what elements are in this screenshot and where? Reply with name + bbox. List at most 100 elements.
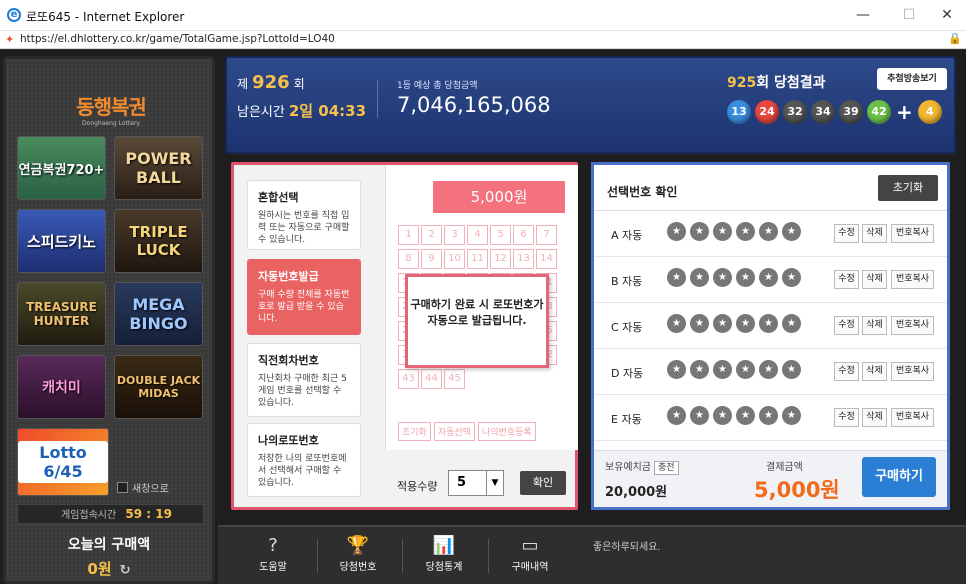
number-button[interactable]: 7 — [536, 225, 557, 245]
row-copy-button[interactable]: 번호복사 — [891, 316, 934, 335]
game-catchme[interactable]: 캐치미 — [17, 355, 106, 419]
grid-register-button[interactable]: 나의번호등록 — [477, 422, 536, 441]
deposit-label-row: 보유예치금 충전 — [605, 458, 679, 475]
close-button[interactable]: ✕ — [930, 2, 964, 28]
placeholder-star-icon: ★ — [667, 360, 686, 379]
winning-ball: 13 — [727, 100, 751, 124]
option-mixed[interactable]: 혼합선택 원하시는 번호를 직접 입력 또는 자동으로 구매할 수 있습니다. — [247, 180, 361, 250]
number-button[interactable]: 12 — [490, 249, 511, 269]
number-button[interactable]: 11 — [467, 249, 488, 269]
quantity-label: 적용수량 — [397, 480, 438, 493]
placeholder-star-icon: ★ — [736, 222, 755, 241]
row-delete-button[interactable]: 삭제 — [862, 224, 887, 243]
broadcast-button[interactable]: 추첨방송보기 — [877, 68, 947, 90]
row-delete-button[interactable]: 삭제 — [862, 362, 887, 381]
placeholder-star-icon: ★ — [713, 406, 732, 425]
placeholder-star-icon: ★ — [736, 406, 755, 425]
number-button[interactable]: 8 — [398, 249, 419, 269]
number-button[interactable]: 6 — [513, 225, 534, 245]
number-button[interactable]: 5 — [490, 225, 511, 245]
quantity-select[interactable]: 5 ▼ — [448, 470, 504, 496]
number-button[interactable]: 43 — [398, 369, 419, 389]
new-window-toggle[interactable]: 새창으로 — [117, 480, 169, 495]
charge-button[interactable]: 충전 — [654, 461, 679, 475]
option-auto[interactable]: 자동번호발급 구매 수량 전체를 자동번호로 발급 받을 수 있습니다. — [247, 259, 361, 335]
game-pension720[interactable]: 연금복권720+ — [17, 136, 106, 200]
game-powerball[interactable]: POWER BALL — [114, 136, 203, 200]
placeholder-star-icon: ★ — [736, 268, 755, 287]
placeholder-star-icon: ★ — [759, 268, 778, 287]
url-text[interactable]: https://el.dhlottery.co.kr/game/TotalGam… — [20, 33, 335, 45]
row-delete-button[interactable]: 삭제 — [862, 316, 887, 335]
row-edit-button[interactable]: 수정 — [834, 316, 859, 335]
placeholder-star-icon: ★ — [690, 222, 709, 241]
trophy-icon: 🏆 — [346, 535, 370, 556]
panel-title: 선택번호 확인 — [607, 185, 678, 199]
winning-numbers-button[interactable]: 🏆 당첨번호 — [318, 534, 398, 573]
browser-window: e 로또645 - Internet Explorer — ☐ ✕ ✦ http… — [0, 0, 966, 584]
chevron-down-icon[interactable]: ▼ — [486, 471, 503, 495]
minimize-button[interactable]: — — [846, 2, 880, 28]
address-bar[interactable]: ✦ https://el.dhlottery.co.kr/game/TotalG… — [0, 31, 966, 49]
row-copy-button[interactable]: 번호복사 — [891, 224, 934, 243]
game-row: C 자동 ★ ★ ★ ★ ★ ★ 수정 삭제 번호복사 — [594, 303, 947, 349]
plus-sign: + — [896, 100, 913, 124]
new-window-checkbox[interactable] — [117, 482, 128, 493]
row-delete-button[interactable]: 삭제 — [862, 270, 887, 289]
placeholder-star-icon: ★ — [782, 360, 801, 379]
row-copy-button[interactable]: 번호복사 — [891, 408, 934, 427]
game-sidebar: 동행복권 Donghaeng Lottery 연금복권720+ POWER BA… — [3, 56, 215, 584]
game-speedkeno[interactable]: 스피드키노 — [17, 209, 106, 273]
buy-button[interactable]: 구매하기 — [862, 457, 936, 497]
game-treasurehunter[interactable]: TREASURE HUNTER — [17, 282, 106, 346]
number-button[interactable]: 2 — [421, 225, 442, 245]
number-button[interactable]: 10 — [444, 249, 465, 269]
row-copy-button[interactable]: 번호복사 — [891, 270, 934, 289]
refresh-icon[interactable]: ↻ — [120, 563, 131, 578]
row-edit-button[interactable]: 수정 — [834, 224, 859, 243]
deposit-value: 20,000원 — [605, 485, 668, 500]
statistics-button[interactable]: 📊 당첨통계 — [404, 534, 484, 573]
game-megabingo[interactable]: MEGA BINGO — [114, 282, 203, 346]
number-button[interactable]: 14 — [536, 249, 557, 269]
logo-text: 동행복권 — [76, 95, 147, 119]
row-delete-button[interactable]: 삭제 — [862, 408, 887, 427]
help-button[interactable]: ? 도움말 — [233, 534, 313, 573]
number-button[interactable]: 1 — [398, 225, 419, 245]
number-button[interactable]: 4 — [467, 225, 488, 245]
lock-icon[interactable]: 🔒 — [948, 32, 962, 45]
row-label: E 자동 — [611, 413, 642, 426]
confirm-button[interactable]: 확인 — [520, 471, 566, 495]
remaining-time: 남은시간 2일 04:33 — [237, 100, 366, 121]
window-title: 로또645 - Internet Explorer — [26, 10, 185, 24]
reset-button[interactable]: 초기화 — [878, 175, 938, 201]
number-button[interactable]: 13 — [513, 249, 534, 269]
game-row: A 자동 ★ ★ ★ ★ ★ ★ 수정 삭제 번호복사 — [594, 211, 947, 257]
row-copy-button[interactable]: 번호복사 — [891, 362, 934, 381]
row-edit-button[interactable]: 수정 — [834, 362, 859, 381]
number-button[interactable]: 3 — [444, 225, 465, 245]
placeholder-star-icon: ★ — [736, 314, 755, 333]
game-doublejack[interactable]: DOUBLE JACK MIDAS — [114, 355, 203, 419]
grid-auto-button[interactable]: 자동선택 — [433, 422, 475, 441]
number-grid: 5,000원 123456789101112131415161718192021… — [385, 165, 578, 450]
option-title: 나의로또번호 — [258, 434, 319, 447]
row-edit-button[interactable]: 수정 — [834, 270, 859, 289]
maximize-button[interactable]: ☐ — [892, 2, 926, 28]
number-button[interactable]: 9 — [421, 249, 442, 269]
option-my-numbers[interactable]: 나의로또번호 저장한 나의 로또번호에서 선택해서 구매할 수 있습니다. — [247, 423, 361, 497]
game-lotto645[interactable]: Lotto 6/45 — [17, 428, 109, 496]
bonus-ball: 4 — [917, 100, 942, 124]
today-purchase: 오늘의 구매액 0원 ↻ — [6, 534, 212, 579]
purchase-history-button[interactable]: ▭ 구매내역 — [490, 534, 570, 573]
purchase-history-label: 구매내역 — [511, 562, 549, 573]
number-button[interactable]: 45 — [444, 369, 465, 389]
option-previous[interactable]: 직전회차번호 지난회차 구매한 최근 5게임 번호를 선택할 수 있습니다. — [247, 343, 361, 417]
statistics-label: 당첨통계 — [425, 562, 463, 573]
game-tripleluck[interactable]: TRIPLE LUCK — [114, 209, 203, 273]
grid-reset-button[interactable]: 초기화 — [398, 422, 431, 441]
remain-label: 남은시간 — [237, 105, 285, 120]
donghaeng-logo[interactable]: 동행복권 Donghaeng Lottery — [66, 71, 156, 127]
number-button[interactable]: 44 — [421, 369, 442, 389]
row-edit-button[interactable]: 수정 — [834, 408, 859, 427]
